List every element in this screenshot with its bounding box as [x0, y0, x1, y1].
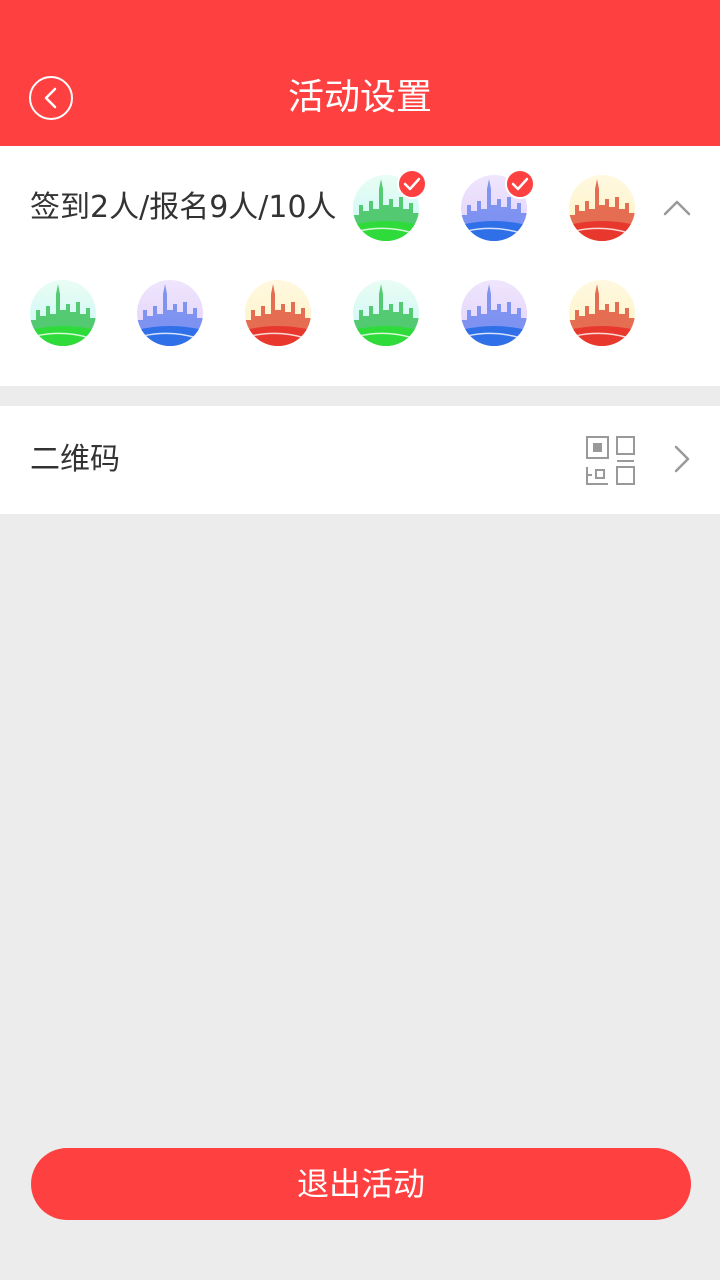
checked-icon	[505, 169, 535, 199]
avatar-3[interactable]	[569, 175, 635, 241]
avatar-8[interactable]	[461, 280, 527, 346]
page-title: 活动设置	[287, 77, 432, 118]
header-bar: 活动设置	[0, 0, 720, 146]
qr-code-label: 二维码	[30, 442, 120, 477]
exit-activity-button[interactable]: 退出活动	[31, 1148, 691, 1220]
avatar-5[interactable]	[137, 280, 203, 346]
avatar-9[interactable]	[569, 280, 635, 346]
chevron-up-icon[interactable]	[662, 196, 692, 220]
chevron-right-icon[interactable]	[672, 444, 692, 474]
avatar-6[interactable]	[245, 280, 311, 346]
checked-icon	[397, 169, 427, 199]
qr-code-icon	[586, 436, 635, 485]
avatar-7[interactable]	[353, 280, 419, 346]
attendance-summary: 签到2人/报名9人/10人	[30, 190, 337, 225]
qr-code-row[interactable]: 二维码	[0, 406, 720, 514]
avatar-4[interactable]	[30, 280, 96, 346]
